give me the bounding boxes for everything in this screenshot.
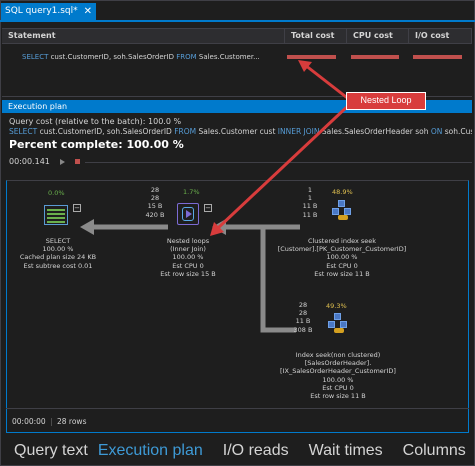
status-bar: 00:00:00 | 28 rows (12, 417, 86, 426)
query-cost: Query cost (relative to the batch): 100.… (9, 117, 182, 126)
timeline-track[interactable] (85, 162, 472, 163)
index-seek-cost-pct: 49.3% (326, 302, 347, 310)
timer-value: 00:00.141 (9, 157, 50, 166)
io-cost-bar (413, 55, 462, 59)
index-seek-icon[interactable] (326, 313, 350, 335)
total-cost-bar (287, 55, 336, 59)
elapsed-time: 00:00:00 (12, 417, 46, 426)
statement-cell: SELECT cust.CustomerID, soh.SalesOrderID… (22, 53, 260, 61)
collapse-icon[interactable]: − (73, 204, 81, 212)
clustered-rows-in: 1 1 11 B 11 B (302, 186, 318, 219)
tab-columns[interactable]: Columns (403, 442, 466, 460)
nested-loop-callout: Nested Loop (346, 92, 426, 110)
tab-query1[interactable]: SQL query1.sql* ✕ (1, 3, 97, 20)
select-node-details: SELECT 100.00 % Cached plan size 24 KB E… (19, 237, 97, 270)
plan-divider (6, 408, 469, 409)
clustered-cost-pct: 48.9% (332, 188, 353, 196)
stop-icon[interactable] (74, 159, 80, 164)
column-header-io-cost[interactable]: I/O cost (409, 29, 472, 43)
tab-underline (0, 20, 475, 22)
nested-cost-pct: 1.7% (183, 188, 200, 196)
tab-wait-times[interactable]: Wait times (309, 442, 383, 460)
playback-controls: 00:00.141 (9, 157, 80, 166)
index-seek-node-details: Index seek(non clustered) [SalesOrderHea… (280, 351, 396, 401)
index-seek-rows-in: 28 28 11 B 308 B (293, 301, 313, 334)
nested-node-details: Nested loops (Inner Join) 100.00 % Est C… (160, 237, 216, 278)
select-cost-pct: 0.0% (48, 189, 65, 197)
close-icon[interactable]: ✕ (84, 6, 92, 17)
clustered-index-seek-icon[interactable] (330, 200, 354, 222)
percent-complete: Percent complete: 100.00 % (9, 138, 184, 151)
column-header-total-cost[interactable]: Total cost (285, 29, 347, 43)
tab-io-reads[interactable]: I/O reads (223, 442, 289, 460)
tab-execution-plan[interactable]: Execution plan (98, 442, 203, 460)
select-icon[interactable] (44, 205, 68, 225)
query-text: SELECT cust.CustomerID, soh.SalesOrderID… (9, 127, 472, 136)
tab-query-text[interactable]: Query text (14, 442, 88, 460)
status-divider: | (50, 417, 53, 426)
result-tabs: Query text Execution plan I/O reads Wait… (0, 436, 475, 466)
nested-loops-icon[interactable] (177, 203, 199, 225)
tab-title: SQL query1.sql* (5, 6, 78, 16)
collapse-icon[interactable]: − (204, 204, 212, 212)
nested-rows-in: 28 28 15 B 420 B (145, 186, 165, 219)
table-row[interactable]: SELECT cust.CustomerID, soh.SalesOrderID… (2, 47, 472, 67)
column-header-cpu-cost[interactable]: CPU cost (347, 29, 409, 43)
cpu-cost-bar (350, 55, 400, 59)
play-icon[interactable] (59, 158, 65, 165)
column-header-statement[interactable]: Statement (2, 29, 285, 43)
row-count: 28 rows (57, 417, 87, 426)
clustered-node-details: Clustered index seek [Customer].[PK_Cust… (277, 237, 407, 278)
statement-grid-header: Statement Total cost CPU cost I/O cost (2, 28, 472, 44)
